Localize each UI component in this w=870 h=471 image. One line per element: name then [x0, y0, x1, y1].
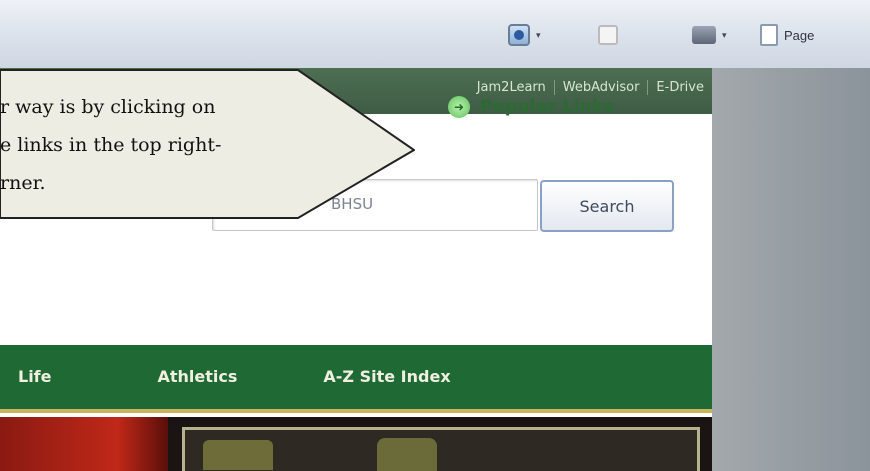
callout-line: rner. [0, 172, 46, 194]
hero-banner [0, 417, 712, 471]
page-background-panel [712, 68, 870, 471]
utility-link-webadvisor[interactable]: WebAdvisor [553, 80, 648, 95]
page-icon [760, 24, 778, 46]
chevron-down-icon[interactable]: ▾ [722, 30, 727, 41]
utility-link-edrive[interactable]: E-Drive [647, 80, 712, 95]
nav-item-life[interactable]: Life [18, 367, 52, 386]
popular-links[interactable]: ➜ Popular Links [448, 96, 614, 118]
feeds-button[interactable] [598, 24, 618, 46]
page-menu-label: Page [784, 27, 815, 43]
home-icon [508, 24, 530, 46]
arrow-circle-icon: ➜ [448, 96, 470, 118]
print-icon [692, 26, 716, 44]
search-button[interactable]: Search [540, 180, 674, 232]
feed-icon [598, 25, 618, 45]
callout-line: r way is by clicking on [0, 96, 216, 118]
main-nav: Life Athletics A-Z Site Index [0, 345, 712, 413]
nav-item-athletics[interactable]: Athletics [158, 367, 238, 386]
banner-red-panel [0, 417, 168, 471]
chevron-down-icon[interactable]: ▾ [536, 30, 541, 41]
callout-line: e links in the top right- [0, 134, 222, 156]
home-button[interactable]: ▾ [508, 24, 541, 46]
banner-image [182, 427, 700, 471]
utility-links: Jam2Learn WebAdvisor E-Drive [469, 80, 712, 95]
popular-links-label: Popular Links [480, 97, 615, 117]
browser-toolbar: ▾ ▾ Page [0, 0, 870, 68]
page-menu-button[interactable]: Page [760, 24, 814, 46]
callout-text: r way is by clicking on e links in the to… [0, 88, 310, 202]
utility-link-jam2learn[interactable]: Jam2Learn [469, 80, 554, 95]
print-button[interactable]: ▾ [692, 24, 727, 46]
nav-item-site-index[interactable]: A-Z Site Index [323, 367, 450, 386]
callout-box: r way is by clicking on e links in the to… [0, 68, 415, 220]
